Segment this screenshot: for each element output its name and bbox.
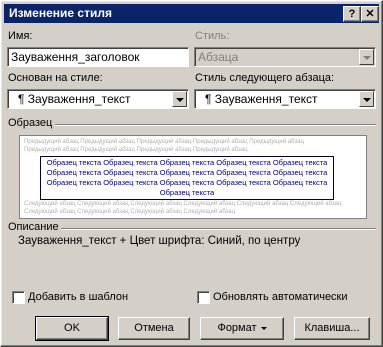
next-style-select[interactable]: ¶ Зауваження_текст — [194, 89, 376, 109]
next-style-dropdown-arrow-icon[interactable] — [359, 91, 374, 107]
add-to-template-label[interactable]: Добавить в шаблон — [28, 291, 128, 303]
preview-sample-line: Образец текста Образец текста Образец те… — [46, 178, 328, 187]
format-button-label: Формат — [217, 322, 257, 334]
cancel-button[interactable]: Отмена — [118, 317, 190, 340]
title-bar[interactable]: Изменение стиля ? ✕ — [4, 4, 379, 23]
name-label: Имя: — [8, 30, 33, 42]
based-on-dropdown-arrow-icon[interactable] — [172, 91, 187, 107]
format-button[interactable]: Формат — [200, 317, 284, 340]
preview-next-line: Следующий абзац Следующий абзац Следующи… — [24, 209, 236, 215]
next-style-value: ¶ Зауваження_текст — [205, 92, 318, 106]
style-type-select: Абзаца — [194, 47, 376, 67]
preview-sample-line: Образец текста Образец текста Образец те… — [46, 158, 328, 167]
auto-update-label[interactable]: Обновлять автоматически — [213, 291, 348, 303]
help-button[interactable]: ? — [343, 6, 361, 22]
based-on-label: Основан на стиле: — [8, 72, 103, 84]
preview-divider — [55, 124, 376, 126]
style-type-dropdown-arrow-icon — [359, 49, 374, 65]
chevron-down-icon — [260, 326, 267, 330]
next-style-label: Стиль следующего абзаца: — [195, 72, 335, 84]
based-on-value: ¶ Зауваження_текст — [18, 92, 131, 106]
style-dialog: Изменение стиля ? ✕ Имя: Зауваження_заго… — [0, 0, 383, 347]
preview-sample-box: Образец текста Образец текста Образец те… — [40, 156, 334, 200]
preview-pane: Предыдущий абзац Предыдущий абзац Предыд… — [19, 135, 367, 219]
dialog-title: Изменение стиля — [9, 6, 112, 20]
add-to-template-checkbox[interactable] — [12, 291, 25, 304]
preview-label: Образец — [8, 117, 53, 129]
auto-update-checkbox[interactable] — [197, 291, 210, 304]
style-type-value: Абзаца — [198, 50, 239, 64]
based-on-select[interactable]: ¶ Зауваження_текст — [7, 89, 189, 109]
ok-button[interactable]: OK — [35, 316, 109, 341]
description-label: Описание — [8, 221, 59, 233]
close-button[interactable]: ✕ — [361, 6, 379, 22]
preview-sample-line: Образец текста — [159, 188, 215, 197]
description-text: Зауваження_текст + Цвет шрифта: Синий, п… — [18, 235, 301, 247]
preview-previous-line: Предыдущий абзац Предыдущий абзац Предыд… — [24, 147, 248, 153]
description-divider — [61, 228, 376, 230]
shortcut-key-button[interactable]: Клавиша... — [294, 317, 370, 340]
preview-sample-line: Образец текста Образец текста Образец те… — [46, 168, 328, 177]
style-type-label: Стиль: — [195, 30, 230, 42]
name-input[interactable]: Зауваження_заголовок — [7, 47, 189, 67]
name-value: Зауваження_заголовок — [11, 50, 140, 64]
